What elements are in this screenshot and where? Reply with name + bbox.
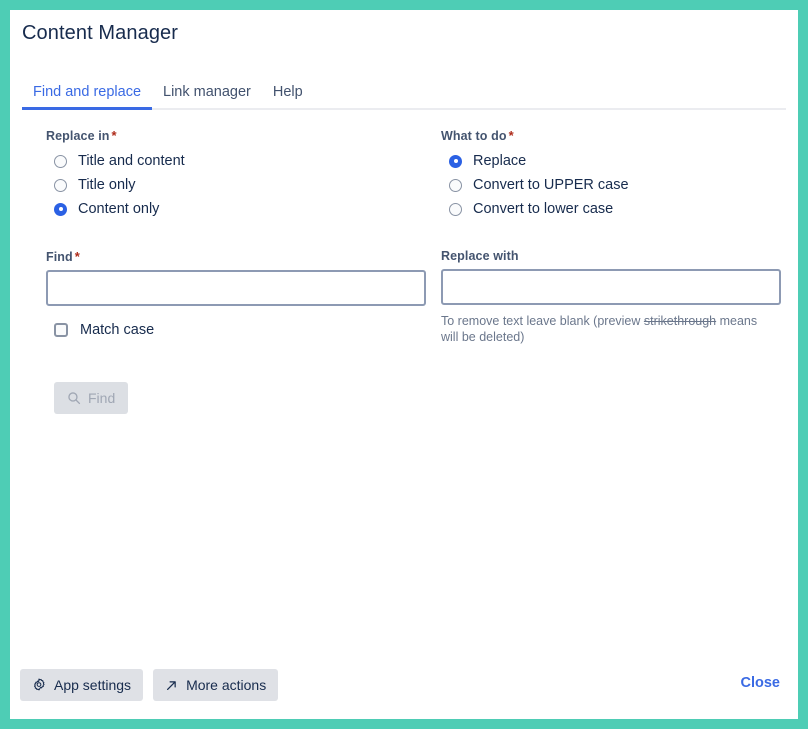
content-manager-dialog: Content Manager Find and replace Link ma… (10, 10, 798, 719)
find-label: Find* (46, 249, 426, 264)
tab-find-and-replace[interactable]: Find and replace (22, 84, 152, 108)
what-to-do-label-text: What to do (441, 129, 507, 143)
checkbox-icon[interactable] (54, 323, 68, 337)
helper-strikethrough-word: strikethrough (644, 314, 716, 328)
search-icon (67, 391, 81, 405)
radio-icon[interactable] (449, 179, 462, 192)
find-button[interactable]: Find (54, 382, 128, 414)
radio-label: Replace (473, 153, 526, 169)
required-asterisk: * (112, 128, 117, 143)
radio-icon[interactable] (54, 179, 67, 192)
what-to-do-radio-group: Replace Convert to UPPER case Convert to… (441, 149, 781, 221)
find-field-block: Find* (46, 249, 426, 306)
page-title: Content Manager (22, 22, 178, 45)
find-input[interactable] (46, 270, 426, 306)
left-column: Replace in* Title and content Title only… (46, 128, 426, 414)
radio-replace[interactable]: Replace (441, 149, 781, 173)
radio-icon-selected[interactable] (449, 155, 462, 168)
footer-actions: App settings More actions (20, 669, 278, 701)
required-asterisk: * (509, 128, 514, 143)
tab-help[interactable]: Help (262, 84, 314, 108)
app-settings-label: App settings (54, 677, 131, 693)
replace-with-label: Replace with (441, 249, 781, 263)
replace-with-input[interactable] (441, 269, 781, 305)
gear-icon (32, 678, 46, 692)
radio-title-only[interactable]: Title only (46, 173, 426, 197)
find-label-text: Find (46, 250, 73, 264)
what-to-do-label: What to do* (441, 128, 781, 143)
find-button-label: Find (88, 390, 115, 406)
tab-bar: Find and replace Link manager Help (22, 78, 786, 110)
dialog-footer: App settings More actions Close (10, 655, 798, 719)
more-actions-button[interactable]: More actions (153, 669, 278, 701)
required-asterisk: * (75, 249, 80, 264)
replace-in-label-text: Replace in (46, 129, 110, 143)
match-case-label: Match case (80, 322, 154, 338)
radio-label: Title only (78, 177, 135, 193)
radio-label: Convert to lower case (473, 201, 613, 217)
replace-in-label: Replace in* (46, 128, 426, 143)
radio-icon-selected[interactable] (54, 203, 67, 216)
replace-in-radio-group: Title and content Title only Content onl… (46, 149, 426, 221)
more-actions-label: More actions (186, 677, 266, 693)
replace-with-field-block: Replace with To remove text leave blank … (441, 249, 781, 345)
radio-content-only[interactable]: Content only (46, 197, 426, 221)
radio-label: Title and content (78, 153, 185, 169)
radio-convert-lower[interactable]: Convert to lower case (441, 197, 781, 221)
close-button[interactable]: Close (741, 675, 781, 691)
radio-icon[interactable] (449, 203, 462, 216)
helper-prefix: To remove text leave blank (preview (441, 314, 644, 328)
radio-convert-upper[interactable]: Convert to UPPER case (441, 173, 781, 197)
arrow-up-right-icon (165, 679, 178, 692)
radio-label: Content only (78, 201, 159, 217)
right-column: What to do* Replace Convert to UPPER cas… (441, 128, 781, 345)
tab-link-manager[interactable]: Link manager (152, 84, 262, 108)
match-case-row[interactable]: Match case (46, 322, 426, 338)
replace-with-helper-text: To remove text leave blank (preview stri… (441, 313, 766, 345)
radio-title-and-content[interactable]: Title and content (46, 149, 426, 173)
app-settings-button[interactable]: App settings (20, 669, 143, 701)
radio-label: Convert to UPPER case (473, 177, 629, 193)
radio-icon[interactable] (54, 155, 67, 168)
